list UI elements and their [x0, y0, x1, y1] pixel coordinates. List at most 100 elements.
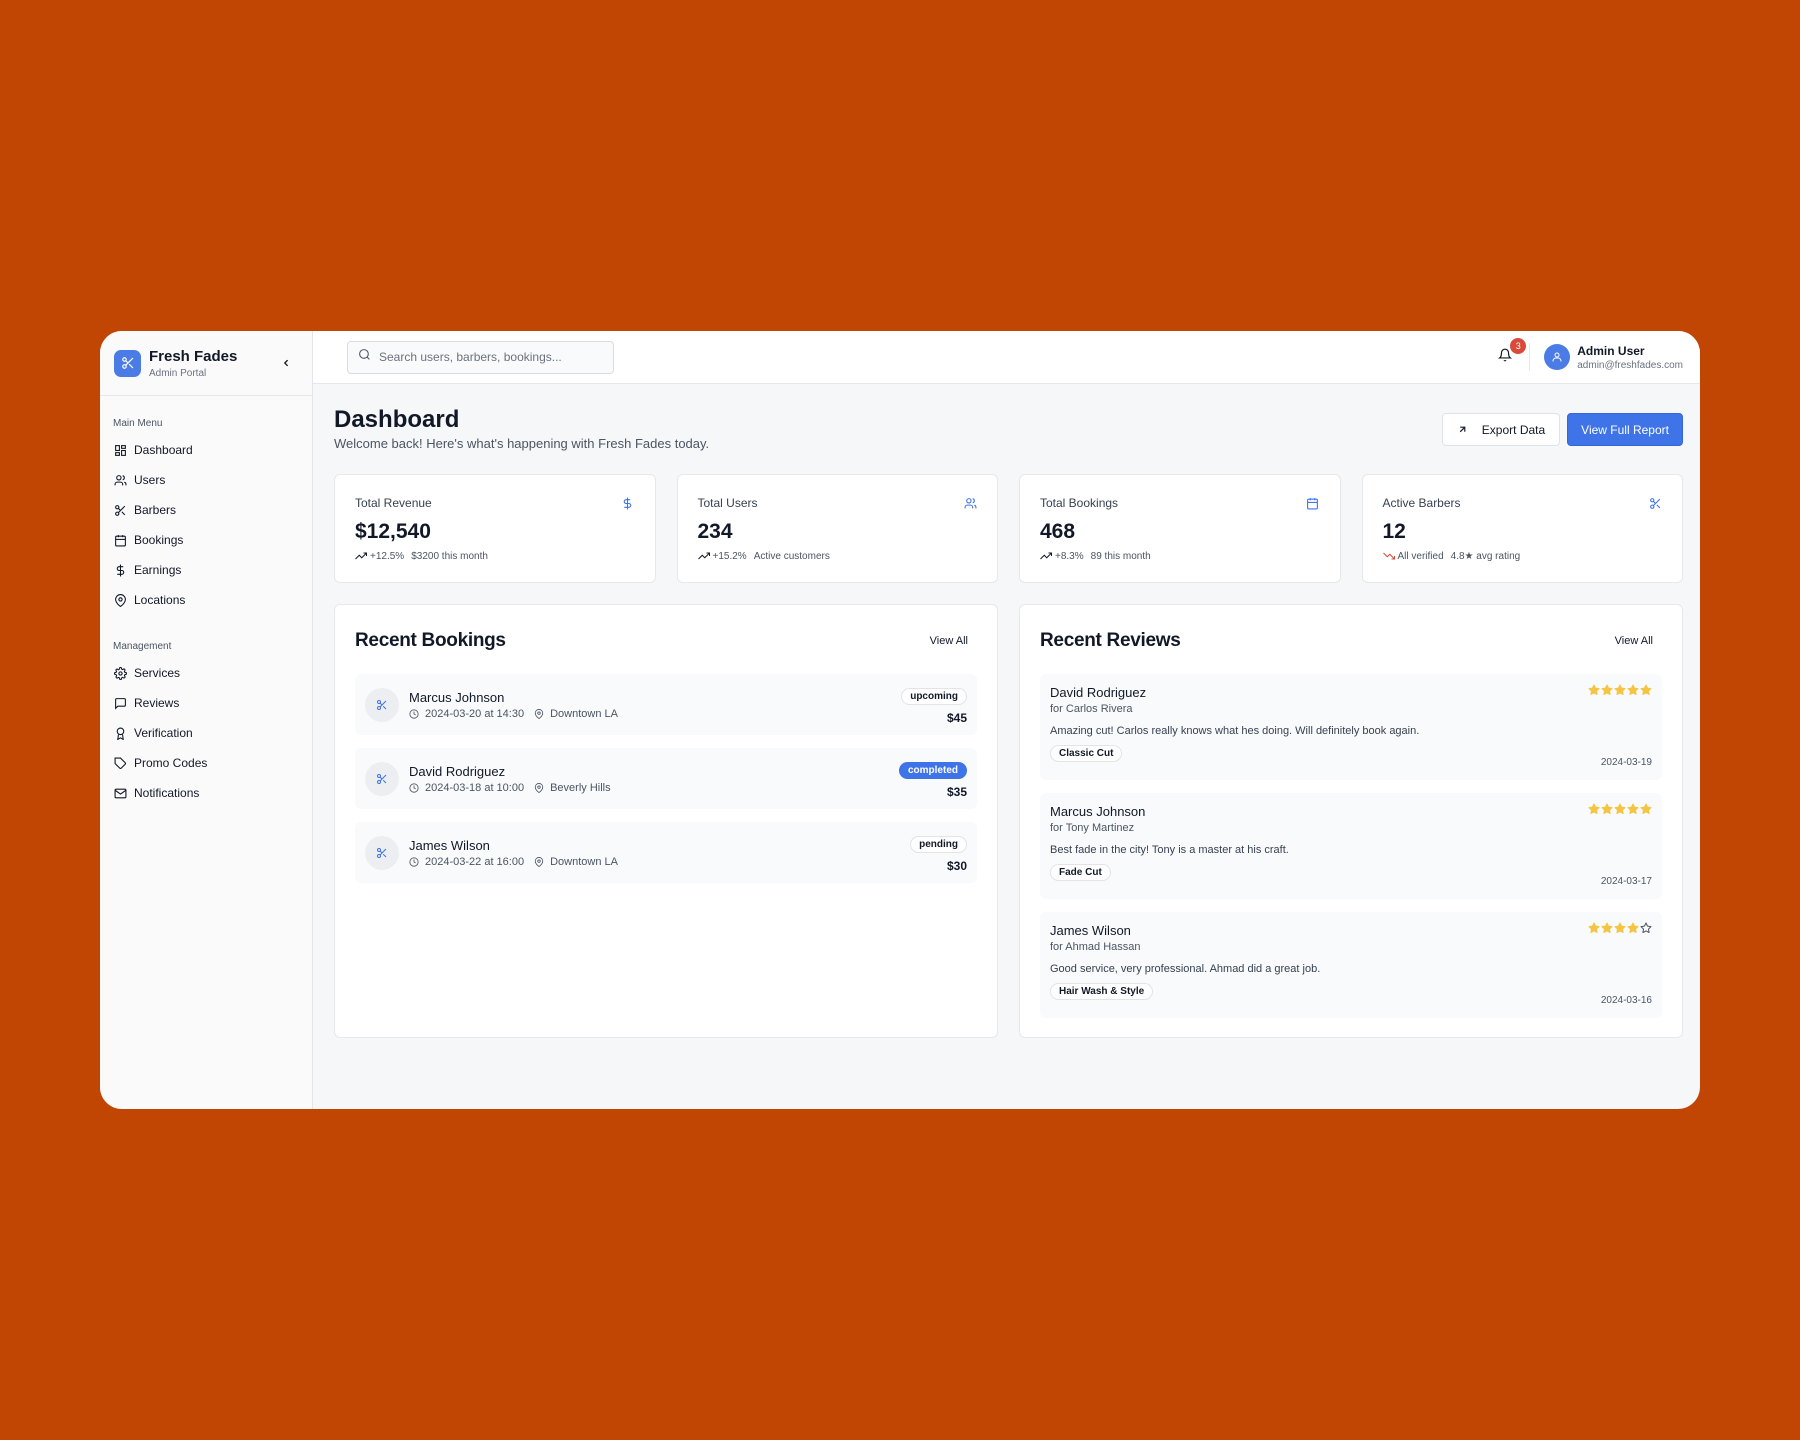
review-text: Amazing cut! Carlos really knows what he…: [1050, 725, 1420, 737]
notifications-bell-button[interactable]: 3: [1495, 338, 1527, 367]
star-rating: [1588, 683, 1652, 701]
map-pin-icon: [534, 708, 544, 719]
panels-row: Recent Bookings View All Marcus Johnson …: [334, 604, 1683, 1038]
clock-icon: [409, 708, 419, 719]
service-tag: Classic Cut: [1050, 745, 1123, 762]
stat-label: Total Bookings: [1040, 496, 1119, 510]
sidebar-item-users[interactable]: Users: [113, 465, 299, 495]
star-filled-icon: [1614, 802, 1626, 820]
sidebar-item-locations[interactable]: Locations: [113, 585, 299, 615]
panel-title: Recent Bookings: [355, 630, 506, 651]
stat-trend: All verified: [1397, 550, 1444, 562]
user-email: admin@freshfades.com: [1577, 359, 1683, 371]
review-author: Marcus Johnson: [1050, 804, 1146, 819]
sidebar-item-label: Users: [134, 473, 166, 487]
sidebar-item-services[interactable]: Services: [113, 658, 299, 688]
star-filled-icon: [1640, 683, 1652, 701]
sidebar-item-dashboard[interactable]: Dashboard: [113, 435, 299, 465]
star-filled-icon: [1601, 921, 1613, 939]
users-icon: [113, 473, 127, 487]
recent-reviews-panel: Recent Reviews View All David Rodriguez …: [1019, 604, 1683, 1038]
review-author: David Rodriguez: [1050, 685, 1147, 700]
review-text: Good service, very professional. Ahmad d…: [1050, 963, 1321, 975]
page-subtitle: Welcome back! Here's what's happening wi…: [334, 436, 710, 451]
sidebar-item-label: Earnings: [134, 563, 182, 577]
calendar-icon: [1306, 496, 1320, 510]
mail-icon: [113, 786, 127, 800]
search-input[interactable]: [379, 350, 599, 364]
export-data-label: Export Data: [1481, 422, 1546, 437]
tag-icon: [113, 756, 127, 770]
star-filled-icon: [1614, 921, 1626, 939]
review-card[interactable]: David Rodriguez for Carlos Rivera Amazin…: [1040, 674, 1662, 780]
scissors-icon: [365, 835, 399, 870]
collapse-sidebar-chevron-left-icon[interactable]: [278, 355, 294, 371]
page-title: Dashboard: [334, 406, 460, 433]
stat-note: 89 this month: [1090, 550, 1151, 562]
sidebar-item-label: Dashboard: [134, 443, 193, 457]
sidebar-item-verification[interactable]: Verification: [113, 718, 299, 748]
star-filled-icon: [1627, 921, 1639, 939]
topbar: 3 Admin User admin@freshfades.com: [313, 331, 1700, 384]
star-filled-icon: [1601, 802, 1613, 820]
users-icon: [963, 496, 977, 510]
message-icon: [113, 696, 127, 710]
brand-name: Fresh Fades: [149, 347, 238, 365]
user-menu[interactable]: Admin User admin@freshfades.com: [1544, 344, 1683, 371]
booking-customer: David Rodriguez: [409, 763, 506, 779]
stat-note: $3200 this month: [411, 550, 488, 562]
map-pin-icon: [113, 593, 127, 607]
stat-note: Active customers: [753, 550, 830, 562]
recent-bookings-panel: Recent Bookings View All Marcus Johnson …: [334, 604, 998, 1038]
service-tag: Fade Cut: [1050, 864, 1111, 881]
sidebar-item-label: Services: [134, 666, 181, 680]
calendar-icon: [113, 533, 127, 547]
sidebar-item-barbers[interactable]: Barbers: [113, 495, 299, 525]
star-filled-icon: [1601, 683, 1613, 701]
booking-customer: James Wilson: [409, 837, 490, 853]
review-card[interactable]: James Wilson for Ahmad Hassan Good servi…: [1040, 912, 1662, 1018]
status-badge: completed: [898, 762, 967, 779]
stat-trend: +8.3%: [1055, 550, 1084, 562]
search-box[interactable]: [347, 340, 614, 374]
sidebar-item-notifications[interactable]: Notifications: [113, 778, 299, 808]
stat-card-bookings: Total Bookings 468 +8.3% 89 this month: [1019, 474, 1341, 583]
sidebar: Fresh Fades Admin Portal Main Menu Dashb…: [100, 331, 313, 1109]
sidebar-item-label: Reviews: [134, 696, 180, 710]
arrow-up-right-icon: [1457, 424, 1468, 435]
main-area: 3 Admin User admin@freshfades.com Dashb: [313, 331, 1700, 1109]
sidebar-item-bookings[interactable]: Bookings: [113, 525, 299, 555]
menu-group-title: Management: [113, 641, 172, 652]
view-full-report-button[interactable]: View Full Report: [1567, 413, 1683, 446]
view-all-reviews-link[interactable]: View All: [1615, 635, 1653, 647]
review-date: 2024-03-17: [1600, 876, 1652, 887]
view-all-bookings-link[interactable]: View All: [930, 635, 968, 647]
stat-value: $12,540: [355, 520, 431, 543]
map-pin-icon: [534, 856, 544, 867]
search-icon: [358, 348, 371, 366]
export-data-button[interactable]: Export Data: [1441, 413, 1561, 446]
booking-row[interactable]: David Rodriguez 2024-03-18 at 10:00 Beve…: [355, 748, 977, 809]
sidebar-item-promo-codes[interactable]: Promo Codes: [113, 748, 299, 778]
divider: [1529, 343, 1531, 371]
sidebar-item-reviews[interactable]: Reviews: [113, 688, 299, 718]
star-rating: [1588, 921, 1652, 939]
booking-row[interactable]: Marcus Johnson 2024-03-20 at 14:30 Downt…: [355, 674, 977, 735]
service-tag: Hair Wash & Style: [1050, 983, 1154, 1000]
gear-icon: [113, 666, 127, 680]
booking-location: Downtown LA: [550, 855, 618, 868]
star-filled-icon: [1627, 802, 1639, 820]
scissors-logo-icon: [114, 349, 141, 377]
scissors-icon: [113, 503, 127, 517]
star-rating: [1588, 802, 1652, 820]
review-card[interactable]: Marcus Johnson for Tony Martinez Best fa…: [1040, 793, 1662, 899]
booking-row[interactable]: James Wilson 2024-03-22 at 16:00 Downtow…: [355, 822, 977, 883]
star-filled-icon: [1588, 802, 1600, 820]
star-filled-icon: [1627, 683, 1639, 701]
status-badge: pending: [910, 836, 967, 853]
scissors-icon: [365, 687, 399, 722]
sidebar-item-earnings[interactable]: Earnings: [113, 555, 299, 585]
panel-title: Recent Reviews: [1040, 630, 1181, 651]
app-window: Fresh Fades Admin Portal Main Menu Dashb…: [100, 331, 1700, 1109]
booking-price: $30: [946, 859, 967, 873]
